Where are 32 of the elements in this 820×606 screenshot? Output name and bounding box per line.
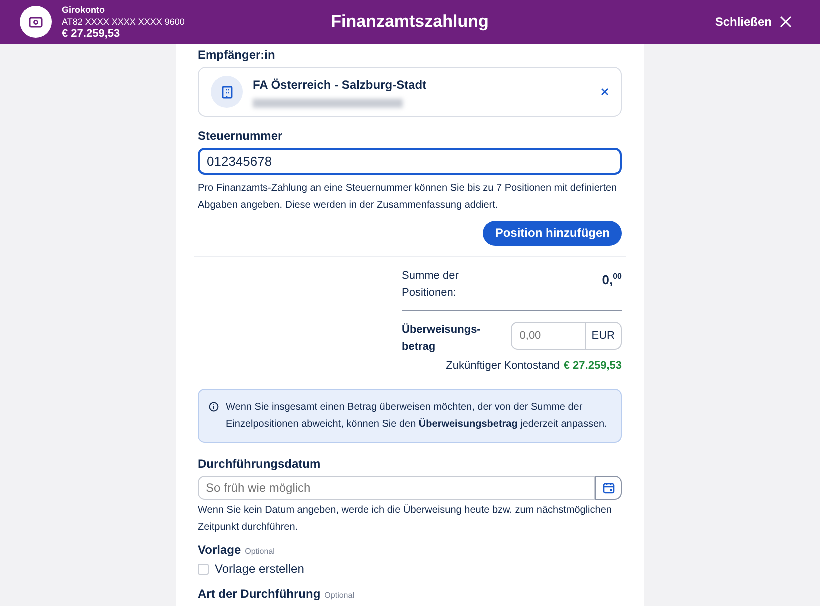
field-label: Durchführungsdatum <box>198 456 322 471</box>
account-iban: AT82 XXXX XXXX XXXX 9600 <box>62 16 185 28</box>
field-label: Steuernummer <box>198 129 284 144</box>
page-title: Finanzamtszahlung <box>331 12 489 32</box>
template-checkbox[interactable]: Vorlage erstellen <box>198 562 622 576</box>
field-label: Art der Durchführung Optional <box>198 587 356 601</box>
amount-label: Überweisungs-betrag <box>402 322 482 354</box>
date-hint: Wenn Sie kein Datum angeben, werde ich die Überweisung heute bzw. zum nächstmöglichen Zeitpunkt durchführen. <box>198 504 613 536</box>
building-icon <box>222 86 232 99</box>
banknote-icon <box>29 16 43 28</box>
recipient-name: FA Österreich - Salzburg-Stadt <box>253 78 427 92</box>
info-text: Wenn Sie insgesamt einen Betrag überweisen möchten, der von der Summe der Einzelpositionen abweicht, können Sie den Überweisungsbetrag jederzeit anpassen. <box>226 400 608 432</box>
sum-label: Summe der Positionen: <box>402 268 460 300</box>
amount-field[interactable]: 0,00 <box>510 322 586 350</box>
sum-value: 0,$^{00}$ <box>602 270 622 288</box>
future-balance-label: Zukünftiger Kontostand <box>446 358 560 374</box>
account-balance: € 27.259,53 <box>62 28 122 40</box>
calendar-button[interactable] <box>595 476 622 500</box>
future-balance-value: € 27.259,53 <box>564 358 622 374</box>
info-icon <box>209 402 219 412</box>
field-label: Empfänger:in <box>198 48 276 62</box>
field-label: Vorlage Optional <box>198 543 276 558</box>
tax-number-hint: Pro Finanzamts-Zahlung an eine Steuernummer können Sie bis zu 7 Positionen mit definierten Abgaben angeben. Diese werden in der Zusammenfassung addiert. <box>198 182 618 212</box>
tax-number-field[interactable]: 012345678 <box>198 148 622 174</box>
remove-icon[interactable] <box>601 88 609 96</box>
add-position-button[interactable]: Position hinzufügen <box>483 220 622 246</box>
close-button[interactable]: Schließen <box>707 15 800 29</box>
date-field[interactable]: So früh wie möglich <box>198 476 595 500</box>
close-icon <box>780 16 792 28</box>
currency-label: EUR <box>586 322 622 350</box>
account-name: Girokonto <box>62 4 106 16</box>
calendar-icon <box>602 482 614 494</box>
